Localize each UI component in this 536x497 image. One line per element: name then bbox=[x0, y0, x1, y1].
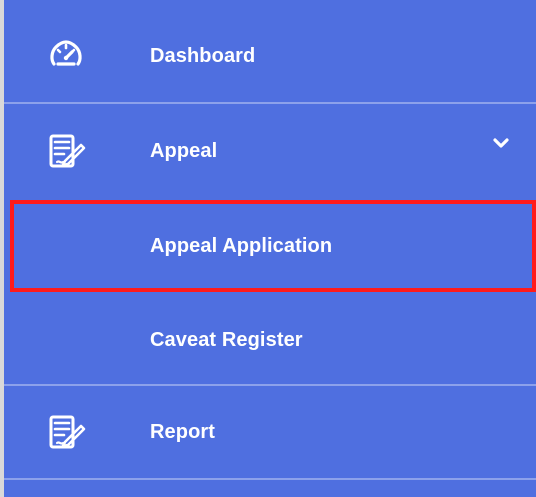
sidebar-item-appeal[interactable]: Appeal bbox=[4, 104, 536, 198]
sidebar: Dashboard Appeal Appeal Application Cave… bbox=[0, 0, 536, 497]
sidebar-item-label: Appeal bbox=[150, 139, 218, 162]
submenu-item-appeal-application[interactable]: Appeal Application bbox=[4, 200, 536, 292]
menu-divider bbox=[4, 478, 536, 480]
sidebar-item-report[interactable]: Report bbox=[4, 386, 536, 478]
submenu-indent bbox=[42, 222, 90, 270]
sidebar-item-dashboard[interactable]: Dashboard bbox=[4, 10, 536, 102]
dashboard-gauge-icon bbox=[42, 32, 90, 80]
sidebar-menu: Dashboard Appeal Appeal Application Cave… bbox=[4, 0, 536, 497]
report-document-icon bbox=[42, 408, 90, 456]
sidebar-item-label: Dashboard bbox=[150, 44, 256, 67]
appeal-document-icon bbox=[42, 127, 90, 175]
chevron-down-icon[interactable] bbox=[490, 132, 512, 154]
submenu-indent bbox=[42, 316, 90, 364]
submenu-item-caveat-register[interactable]: Caveat Register bbox=[4, 296, 536, 384]
submenu-item-label: Appeal Application bbox=[150, 234, 333, 257]
sidebar-item-label: Report bbox=[150, 420, 216, 443]
submenu-item-label: Caveat Register bbox=[150, 328, 303, 351]
